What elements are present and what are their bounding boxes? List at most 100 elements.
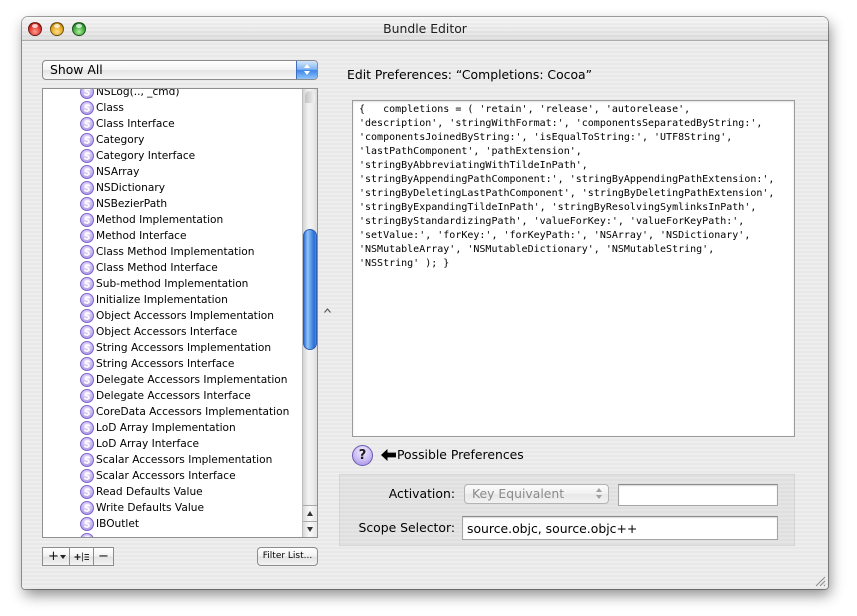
scroll-down-arrow-icon[interactable] [303, 521, 317, 537]
splitter-handle[interactable] [324, 308, 331, 313]
help-button[interactable]: ? [352, 445, 373, 466]
list-item-label: Class Method Implementation [96, 246, 255, 258]
snippet-icon [80, 501, 94, 515]
list-item-label: Object Accessors Interface [96, 326, 238, 338]
scope-selector-field[interactable] [462, 516, 778, 540]
list-item-label: Scalar Accessors Implementation [96, 454, 273, 466]
list-item-label: Read Defaults Value [96, 486, 203, 498]
list-item[interactable]: Method Implementation [43, 212, 302, 228]
possible-preferences-label: Possible Preferences [397, 447, 524, 462]
snippet-icon [80, 89, 94, 99]
list-item[interactable]: String Accessors Implementation [43, 340, 302, 356]
snippet-icon [80, 149, 94, 163]
list-item[interactable]: Delegate Accessors Interface [43, 388, 302, 404]
list-item[interactable]: Object Accessors Implementation [43, 308, 302, 324]
duplicate-item-button[interactable] [69, 547, 94, 566]
preferences-text-editor[interactable]: { completions = ( 'retain', 'release', '… [352, 100, 795, 437]
snippet-icon [80, 293, 94, 307]
list-item[interactable]: NSDictionary [43, 180, 302, 196]
list-item[interactable]: Class Method Interface [43, 260, 302, 276]
list-item-label: Class Interface [96, 118, 175, 130]
snippet-icon [80, 341, 94, 355]
list-item[interactable]: NSBezierPath [43, 196, 302, 212]
list-item[interactable]: Scalar Accessors Interface [43, 468, 302, 484]
snippet-icon [80, 533, 94, 537]
snippet-icon [80, 485, 94, 499]
list-item-label: NSLog(.., _cmd) [96, 88, 180, 98]
bundle-item-rows: NSLog(.., _cmd) Class Class Interface Categ… [43, 88, 302, 537]
list-item[interactable]: NSLog(.., _cmd) [43, 88, 302, 100]
list-item-label: Category Interface [96, 150, 196, 162]
snippet-icon [80, 517, 94, 531]
list-item[interactable]: Object Accessors Interface [43, 324, 302, 340]
list-item[interactable]: Delegate Accessors Implementation [43, 372, 302, 388]
list-item[interactable]: String Accessors Interface [43, 356, 302, 372]
scroll-up-arrow-icon[interactable] [303, 505, 317, 521]
list-item-clipped[interactable] [43, 532, 302, 537]
list-item-label: String Accessors Interface [96, 358, 235, 370]
list-item-label: NSArray [96, 166, 140, 178]
remove-item-button[interactable]: − [93, 547, 114, 566]
filter-popup[interactable]: Show All [42, 60, 318, 80]
snippet-icon [80, 181, 94, 195]
list-item[interactable]: Sub-method Implementation [43, 276, 302, 292]
add-item-button[interactable]: + [42, 547, 70, 566]
list-item[interactable]: Class Interface [43, 116, 302, 132]
snippet-icon [80, 373, 94, 387]
snippet-icon [80, 101, 94, 115]
list-item-label: Write Defaults Value [96, 502, 205, 514]
snippet-icon [80, 325, 94, 339]
resize-grip-icon[interactable] [814, 575, 826, 587]
snippet-icon [80, 133, 94, 147]
filter-popup-value: Show All [50, 62, 103, 77]
list-item-label: Method Implementation [96, 214, 224, 226]
title-bar[interactable]: Bundle Editor [22, 17, 828, 41]
list-item-label: Scalar Accessors Interface [96, 470, 236, 482]
list-item[interactable]: Category Interface [43, 148, 302, 164]
list-item[interactable]: Category [43, 132, 302, 148]
list-item-label: CoreData Accessors Implementation [96, 406, 290, 418]
vertical-scrollbar[interactable] [302, 89, 317, 537]
key-equivalent-field[interactable] [618, 484, 778, 506]
snippet-icon [80, 165, 94, 179]
snippet-icon [80, 117, 94, 131]
list-item[interactable]: Class Method Implementation [43, 244, 302, 260]
scope-selector-label: Scope Selector: [358, 520, 455, 535]
list-item[interactable]: LoD Array Implementation [43, 420, 302, 436]
list-item[interactable]: Method Interface [43, 228, 302, 244]
list-item[interactable]: CoreData Accessors Implementation [43, 404, 302, 420]
activation-popup[interactable]: Key Equivalent [464, 484, 609, 504]
list-item-label: Class Method Interface [96, 262, 218, 274]
list-item[interactable]: IBOutlet [43, 516, 302, 532]
list-item[interactable]: Read Defaults Value [43, 484, 302, 500]
edit-preferences-heading: Edit Preferences: “Completions: Cocoa” [347, 67, 593, 82]
popup-arrows-icon [591, 485, 608, 503]
snippet-icon [80, 357, 94, 371]
list-item[interactable]: Class [43, 100, 302, 116]
list-item-label: String Accessors Implementation [96, 342, 272, 354]
list-item-label: LoD Array Implementation [96, 422, 236, 434]
list-item-label: LoD Array Interface [96, 438, 200, 450]
list-item[interactable]: Initialize Implementation [43, 292, 302, 308]
scroll-thumb[interactable] [303, 229, 317, 350]
list-item[interactable]: NSArray [43, 164, 302, 180]
snippet-icon [80, 469, 94, 483]
list-item[interactable]: Scalar Accessors Implementation [43, 452, 302, 468]
snippet-icon [80, 197, 94, 211]
list-item-label: NSBezierPath [96, 198, 168, 210]
list-item[interactable]: LoD Array Interface [43, 436, 302, 452]
snippet-icon [80, 277, 94, 291]
snippet-icon [80, 245, 94, 259]
list-item[interactable]: Write Defaults Value [43, 500, 302, 516]
filter-list-button[interactable]: Filter List... [257, 547, 318, 566]
snippet-icon [80, 229, 94, 243]
list-item-label: NSDictionary [96, 182, 165, 194]
list-item-label: Class [96, 102, 124, 114]
list-item-label: Object Accessors Implementation [96, 310, 274, 322]
left-arrow-icon [381, 449, 396, 461]
snippet-icon [80, 421, 94, 435]
scroll-track-cap [305, 91, 315, 103]
snippet-icon [80, 309, 94, 323]
list-item-label: Delegate Accessors Implementation [96, 374, 288, 386]
bundle-item-list[interactable]: NSLog(.., _cmd) Class Class Interface Categ… [42, 88, 318, 538]
